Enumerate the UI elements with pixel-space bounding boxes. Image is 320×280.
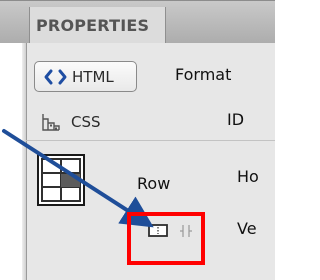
table-cell-icon	[37, 154, 85, 206]
merge-cells-icon[interactable]	[147, 223, 169, 239]
table-grid-icon	[41, 158, 81, 202]
properties-tab-label: PROPERTIES	[36, 16, 150, 35]
panel-divider	[26, 140, 275, 141]
properties-panel-crop: PROPERTIES HTML CSS Format ID Row Ho Ve	[0, 0, 275, 280]
html-button-label: HTML	[72, 67, 114, 86]
format-label: Format	[175, 65, 232, 84]
html-mode-button[interactable]: HTML	[34, 61, 137, 92]
horizontal-label-partial: Ho	[237, 167, 259, 186]
properties-tab-bar: PROPERTIES	[0, 0, 275, 44]
id-label: ID	[227, 110, 245, 129]
properties-tab[interactable]: PROPERTIES	[29, 7, 166, 44]
css-button-label: CSS	[71, 113, 101, 131]
vertical-label-partial: Ve	[237, 219, 257, 238]
css-mode-button[interactable]: CSS	[40, 109, 101, 135]
code-brackets-icon	[44, 69, 67, 84]
row-label: Row	[137, 174, 171, 193]
css-layout-icon	[42, 113, 60, 131]
split-cells-icon[interactable]	[178, 223, 197, 239]
